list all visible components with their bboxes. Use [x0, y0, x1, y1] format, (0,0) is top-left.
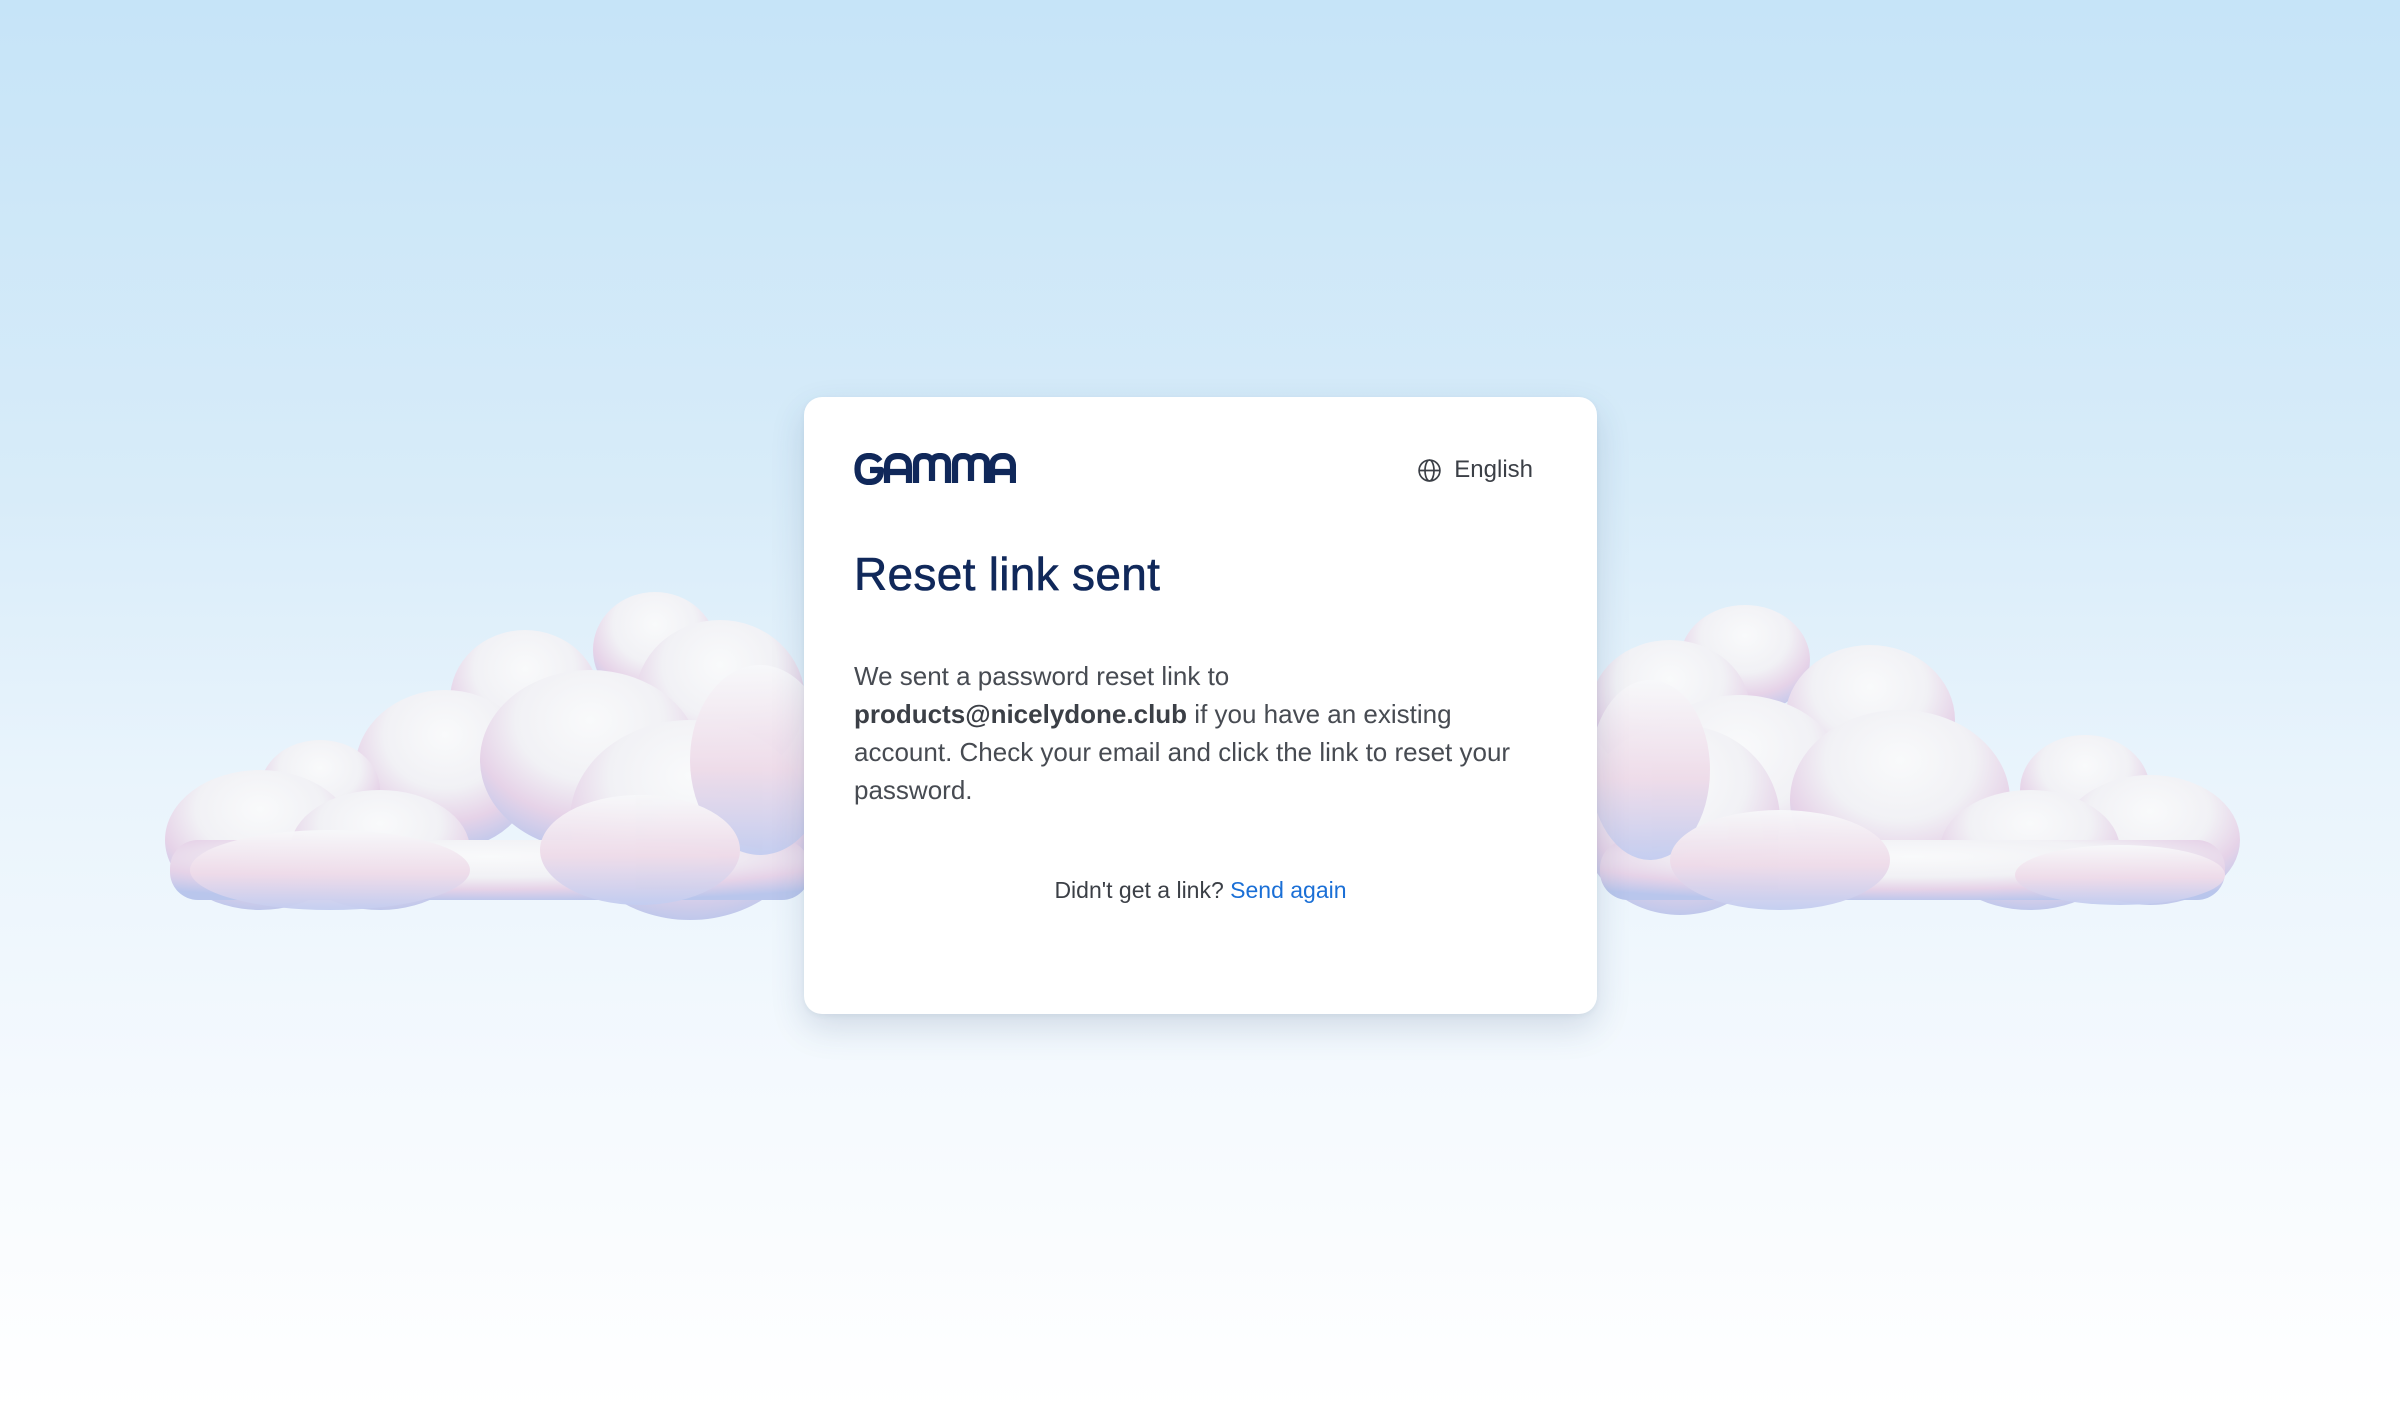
language-selector[interactable]: English [1417, 455, 1533, 485]
resend-prompt: Didn't get a link? [1054, 877, 1224, 903]
reset-confirmation-card: English Reset link sent We sent a passwo… [804, 397, 1597, 1014]
resend-row: Didn't get a link? Send again [804, 877, 1597, 904]
message-prefix: We sent a password reset link to [854, 661, 1230, 691]
gamma-logo [854, 453, 1016, 485]
reset-message: We sent a password reset link to products… [854, 657, 1554, 809]
language-label: English [1454, 456, 1533, 483]
send-again-link[interactable]: Send again [1230, 877, 1346, 903]
page-title: Reset link sent [854, 548, 1161, 601]
email-address: products@nicelydone.club [854, 699, 1188, 729]
globe-icon [1418, 458, 1442, 482]
